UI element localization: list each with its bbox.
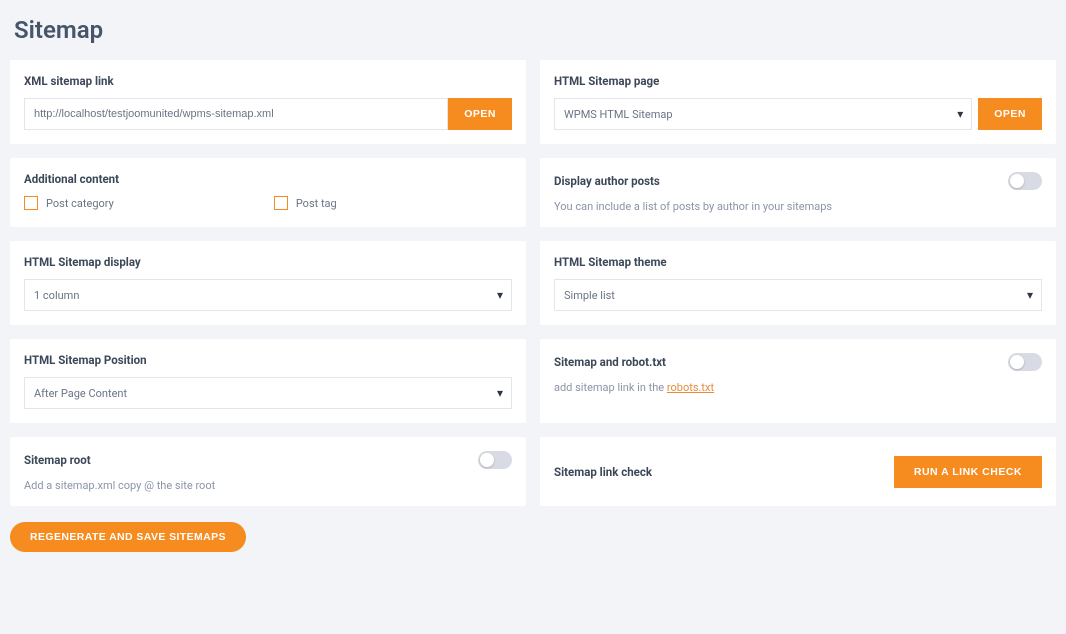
checkbox-icon — [24, 196, 38, 210]
html-sitemap-theme-select[interactable]: Simple list — [554, 279, 1042, 311]
desc-sitemap-robot: add sitemap link in the robots.txt — [554, 381, 1042, 394]
robots-txt-link[interactable]: robots.txt — [667, 381, 714, 394]
html-sitemap-page-selected: WPMS HTML Sitemap — [564, 108, 673, 121]
xml-sitemap-open-button[interactable]: Open — [448, 98, 512, 130]
label-display-author-posts: Display author posts — [554, 174, 660, 188]
checkbox-post-category-label: Post category — [46, 197, 114, 210]
label-sitemap-link-check: Sitemap link check — [554, 465, 652, 479]
card-html-sitemap-page: HTML Sitemap page WPMS HTML Sitemap Open — [540, 60, 1056, 144]
card-sitemap-robot: Sitemap and robot.txt add sitemap link i… — [540, 339, 1056, 423]
page-title: Sitemap — [14, 16, 1056, 44]
desc-display-author-posts: You can include a list of posts by autho… — [554, 200, 1042, 213]
toggle-display-author-posts[interactable] — [1008, 172, 1042, 190]
run-link-check-button[interactable]: Run a link check — [894, 456, 1042, 488]
html-sitemap-theme-selected: Simple list — [564, 289, 615, 302]
card-sitemap-root: Sitemap root Add a sitemap.xml copy @ th… — [10, 437, 526, 506]
card-additional-content: Additional content Post category Post ta… — [10, 158, 526, 227]
label-html-sitemap-display: HTML Sitemap display — [24, 255, 512, 269]
html-sitemap-open-button[interactable]: Open — [978, 98, 1042, 130]
card-display-author-posts: Display author posts You can include a l… — [540, 158, 1056, 227]
label-sitemap-root: Sitemap root — [24, 453, 91, 467]
toggle-sitemap-robot[interactable] — [1008, 353, 1042, 371]
card-xml-sitemap-link: XML sitemap link Open — [10, 60, 526, 144]
toggle-sitemap-root[interactable] — [478, 451, 512, 469]
desc-sitemap-root: Add a sitemap.xml copy @ the site root — [24, 479, 512, 492]
label-sitemap-robot: Sitemap and robot.txt — [554, 355, 666, 369]
label-html-sitemap-page: HTML Sitemap page — [554, 74, 1042, 88]
card-html-sitemap-display: HTML Sitemap display 1 column — [10, 241, 526, 325]
label-html-sitemap-position: HTML Sitemap Position — [24, 353, 512, 367]
card-sitemap-link-check: Sitemap link check Run a link check — [540, 437, 1056, 506]
card-html-sitemap-theme: HTML Sitemap theme Simple list — [540, 241, 1056, 325]
regenerate-save-sitemaps-button[interactable]: Regenerate and save sitemaps — [10, 522, 246, 552]
label-additional-content: Additional content — [24, 172, 512, 186]
html-sitemap-position-select[interactable]: After Page Content — [24, 377, 512, 409]
html-sitemap-page-select[interactable]: WPMS HTML Sitemap — [554, 98, 972, 130]
html-sitemap-display-selected: 1 column — [34, 289, 79, 302]
checkbox-icon — [274, 196, 288, 210]
checkbox-post-tag-label: Post tag — [296, 197, 337, 210]
label-html-sitemap-theme: HTML Sitemap theme — [554, 255, 1042, 269]
html-sitemap-display-select[interactable]: 1 column — [24, 279, 512, 311]
xml-sitemap-link-input[interactable] — [24, 98, 448, 130]
html-sitemap-position-selected: After Page Content — [34, 387, 127, 400]
checkbox-post-category[interactable]: Post category — [24, 196, 114, 210]
label-xml-sitemap-link: XML sitemap link — [24, 74, 512, 88]
card-html-sitemap-position: HTML Sitemap Position After Page Content — [10, 339, 526, 423]
checkbox-post-tag[interactable]: Post tag — [274, 196, 337, 210]
desc-sitemap-robot-prefix: add sitemap link in the — [554, 381, 667, 394]
